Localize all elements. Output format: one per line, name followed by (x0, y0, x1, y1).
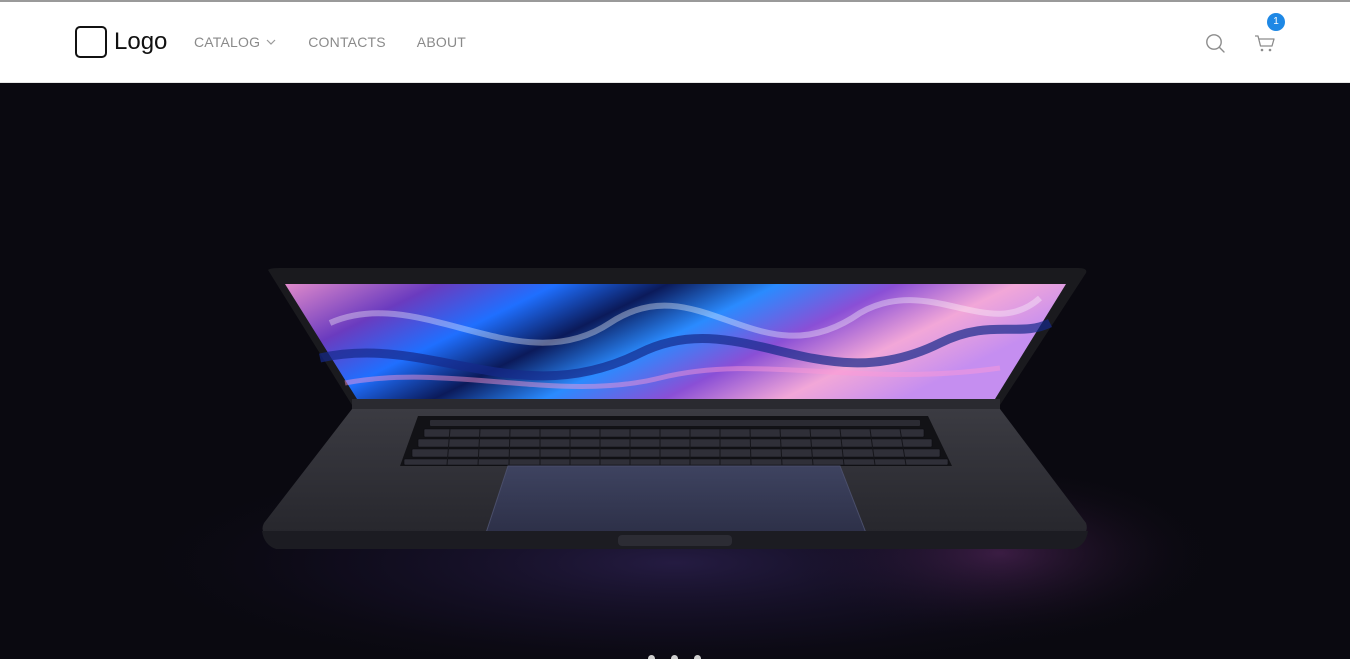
nav-item-about[interactable]: ABOUT (417, 33, 466, 51)
main-nav: CATALOG CONTACTS ABOUT (194, 33, 466, 51)
hero-banner (0, 83, 1350, 659)
nav-item-label: ABOUT (416, 34, 467, 50)
logo-link[interactable]: Logo (75, 26, 167, 58)
page: Logo CATALOG CONTACTS ABOUT 1 (0, 0, 1350, 659)
nav-item-label: CONTACTS (308, 34, 386, 50)
site-header: Logo CATALOG CONTACTS ABOUT 1 (0, 2, 1350, 83)
cart-count-badge: 1 (1267, 13, 1285, 31)
logo-icon (75, 26, 107, 58)
slider-dot[interactable] (694, 655, 701, 659)
laptop-product-image (115, 268, 1235, 659)
cart-icon (1255, 35, 1275, 52)
logo-text: Logo (114, 28, 168, 55)
slider-dot[interactable] (671, 655, 678, 659)
nav-item-contacts[interactable]: CONTACTS (308, 33, 386, 51)
search-button[interactable] (1204, 32, 1226, 54)
chevron-down-icon (266, 39, 276, 45)
nav-item-label: CATALOG (194, 34, 261, 50)
nav-item-catalog[interactable]: CATALOG (194, 33, 277, 51)
cart-button[interactable] (1253, 32, 1277, 54)
search-icon (1206, 34, 1225, 53)
slider-pagination (648, 655, 717, 659)
slider-dot[interactable] (648, 655, 655, 659)
